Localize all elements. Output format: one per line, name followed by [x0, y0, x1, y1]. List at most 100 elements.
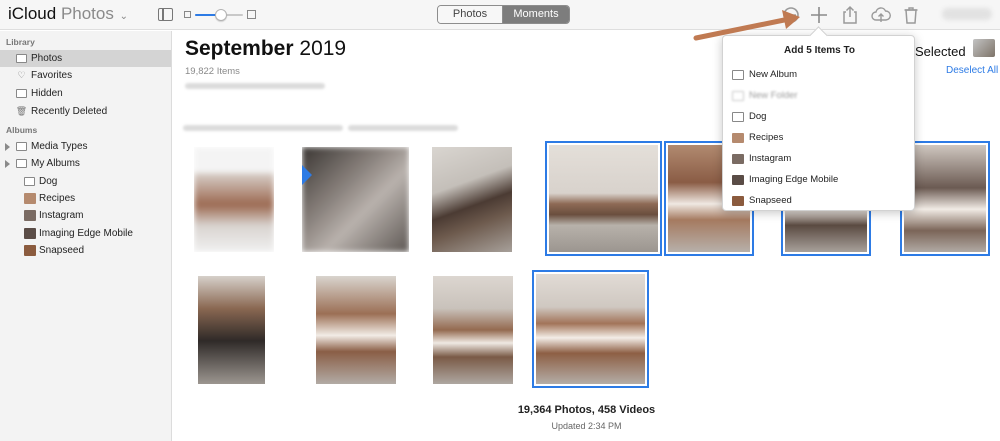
view-segmented-control[interactable]: Photos Moments [437, 5, 570, 24]
popover-item-new-folder: New Folder [723, 87, 914, 106]
popover-title: Add 5 Items To [784, 45, 855, 56]
sidebar-item-label: Imaging Edge Mobile [39, 228, 133, 239]
chevron-down-icon[interactable]: ⌄ [120, 11, 128, 22]
folder-icon [732, 91, 744, 101]
sidebar-item-label: Media Types [31, 141, 88, 152]
sidebar-item-photos[interactable]: Photos [0, 50, 171, 67]
recipes-album-thumb [732, 133, 744, 143]
popover-item-new-album[interactable]: New Album [723, 66, 914, 85]
popover-item-imaging-edge-mobile[interactable]: Imaging Edge Mobile [723, 171, 914, 190]
zoom-slider[interactable] [184, 8, 256, 22]
snapseed-album-thumb [732, 196, 744, 206]
imaging-edge-album-thumb [732, 175, 744, 185]
library-header: Library [6, 37, 35, 47]
sidebar-item-dog[interactable]: Dog [0, 173, 171, 190]
sidebar-item-instagram[interactable]: Instagram [0, 207, 171, 224]
deselect-all-link[interactable]: Deselect All [946, 65, 998, 76]
popover-item-snapseed[interactable]: Snapseed [723, 192, 914, 211]
annotation-arrow [693, 10, 800, 41]
sidebar-item-label: Snapseed [39, 245, 85, 256]
popover-item-label: New Folder [749, 90, 798, 101]
hidden-icon [16, 89, 27, 98]
popover-item-label: Instagram [749, 153, 792, 164]
sidebar-item-label: Favorites [31, 70, 73, 81]
trash-icon[interactable] [900, 4, 922, 26]
popover-item-label: Imaging Edge Mobile [749, 174, 839, 185]
app-name: iCloud [8, 4, 57, 23]
sidebar-item-label: Hidden [31, 88, 63, 99]
zoom-large-icon [247, 10, 256, 19]
photo-thumbnail[interactable] [194, 147, 274, 252]
popover-item-label: Dog [749, 111, 767, 122]
popover-item-instagram[interactable]: Instagram [723, 150, 914, 169]
redacted-moment-subtitle [348, 125, 458, 131]
redacted-location [185, 83, 325, 89]
redacted-moment-title [183, 125, 343, 131]
zoom-small-icon [184, 11, 191, 18]
trash-icon: 🗑 [15, 106, 28, 116]
selected-thumbnail [973, 39, 995, 57]
disclosure-icon[interactable] [4, 142, 10, 151]
folder-icon [732, 112, 744, 122]
sidebar-item-hidden[interactable]: Hidden [0, 85, 171, 102]
add-to-album-popover: Add 5 Items To New Album New Folder Dog … [722, 35, 915, 211]
sidebar-item-imaging-edge-mobile[interactable]: Imaging Edge Mobile [0, 225, 171, 242]
recipes-album-thumb [24, 193, 36, 204]
sidebar-item-label: My Albums [31, 158, 80, 169]
albums-header: Albums [6, 125, 38, 135]
folder-icon [24, 177, 35, 186]
popover-item-label: Snapseed [749, 195, 792, 206]
instagram-album-thumb [24, 210, 36, 221]
page-title: September 2019 [185, 37, 346, 61]
sidebar-item-recipes[interactable]: Recipes [0, 190, 171, 207]
sidebar-item-label: Instagram [39, 210, 84, 221]
tab-photos[interactable]: Photos [438, 6, 503, 23]
zoom-knob[interactable] [215, 9, 228, 21]
popover-item-label: Recipes [749, 132, 784, 143]
popover-item-dog[interactable]: Dog [723, 108, 914, 127]
instagram-album-thumb [732, 154, 744, 164]
item-count: 19,822 Items [185, 66, 240, 77]
folder-icon [16, 159, 27, 168]
sidebar-item-label: Recipes [39, 193, 76, 204]
sidebar-toggle-icon[interactable] [158, 8, 173, 21]
photo-thumbnail[interactable] [316, 276, 396, 384]
toolbar: iCloud Photos ⌄ Photos Moments [0, 0, 1000, 30]
sidebar-item-recently-deleted[interactable]: 🗑 Recently Deleted [0, 103, 171, 120]
tab-moments[interactable]: Moments [503, 6, 569, 23]
sidebar-item-favorites[interactable]: ♡ Favorites [0, 67, 171, 84]
heart-icon: ♡ [17, 70, 26, 80]
upload-icon[interactable] [870, 4, 892, 26]
photo-thumbnail-selected[interactable] [900, 141, 990, 256]
play-indicator [302, 165, 312, 185]
photo-thumbnail[interactable] [302, 147, 409, 252]
add-icon[interactable] [808, 4, 830, 26]
photo-thumbnail[interactable] [433, 276, 513, 384]
folder-icon [16, 142, 27, 151]
app-sub: Photos [60, 4, 114, 23]
sidebar-item-label: Dog [39, 176, 58, 187]
account-menu[interactable] [942, 8, 992, 20]
photo-thumbnail-selected[interactable] [545, 141, 662, 256]
sidebar-item-my-albums[interactable]: My Albums [0, 155, 171, 172]
heading-year: 2019 [299, 37, 347, 60]
snapseed-album-thumb [24, 245, 36, 256]
app-title[interactable]: iCloud Photos ⌄ [8, 4, 128, 24]
photo-thumbnail[interactable] [198, 276, 265, 384]
photos-icon [16, 54, 27, 63]
sidebar-item-snapseed[interactable]: Snapseed [0, 242, 171, 259]
sidebar-item-media-types[interactable]: Media Types [0, 138, 171, 155]
popover-item-label: New Album [749, 69, 798, 80]
disclosure-icon[interactable] [4, 159, 10, 168]
popover-item-recipes[interactable]: Recipes [723, 129, 914, 148]
photo-thumbnail[interactable] [432, 147, 512, 252]
photo-thumbnail-selected[interactable] [532, 270, 649, 388]
last-updated: Updated 2:34 PM [551, 421, 622, 431]
heading-month: September [185, 37, 294, 60]
sidebar-item-label: Recently Deleted [31, 106, 108, 117]
library-summary: 19,364 Photos, 458 Videos [517, 404, 656, 416]
share-icon[interactable] [839, 4, 861, 26]
folder-icon [732, 70, 744, 80]
sidebar-item-label: Photos [31, 53, 63, 64]
selected-label: Selected [915, 44, 966, 59]
